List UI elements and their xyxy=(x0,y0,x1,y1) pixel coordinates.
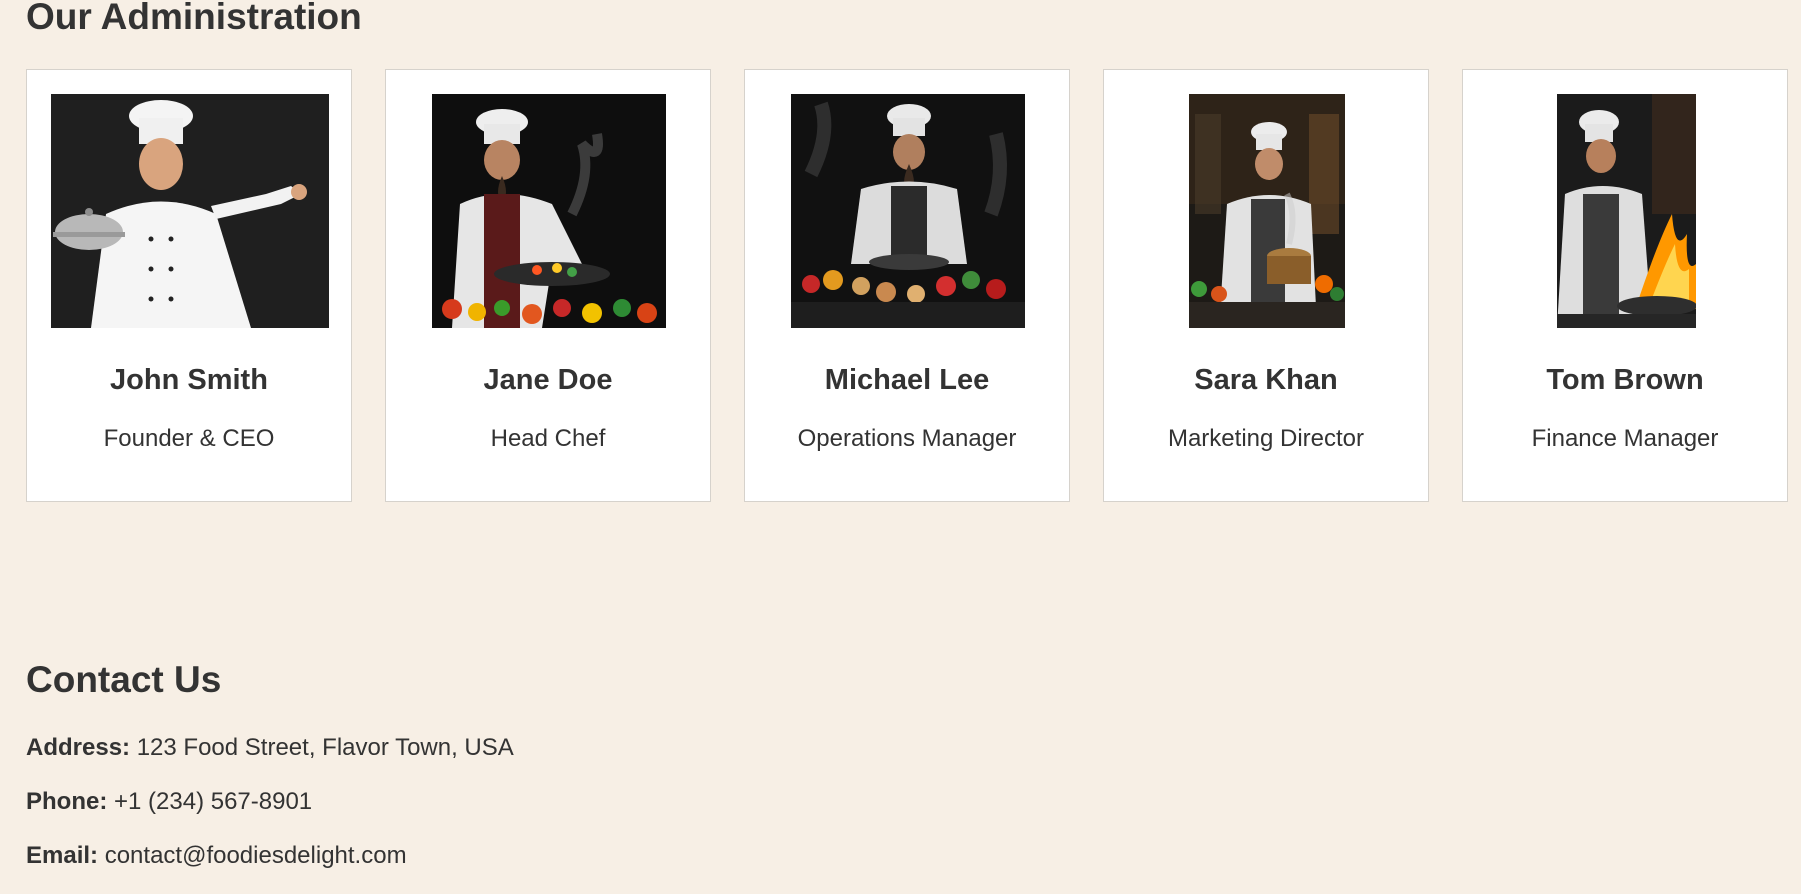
team-card-tom-brown: Tom Brown Finance Manager xyxy=(1462,69,1788,502)
chef-plating-vegetables-photo xyxy=(791,94,1025,328)
team-card-john-smith: John Smith Founder & CEO xyxy=(26,69,352,502)
contact-title: Contact Us xyxy=(26,659,222,700)
page: Our Administration John Smith Founder & … xyxy=(0,0,1801,894)
photo-frame xyxy=(745,94,1069,328)
chef-cooking-vegetables-photo xyxy=(432,94,666,328)
contact-email: Email: contact@foodiesdelight.com xyxy=(26,841,407,871)
photo-frame xyxy=(386,94,710,328)
chef-flambe-pan-photo xyxy=(1557,94,1696,328)
contact-address: Address: 123 Food Street, Flavor Town, U… xyxy=(26,733,514,763)
address-label: Address: xyxy=(26,734,131,761)
member-role: Operations Manager xyxy=(797,425,1017,452)
member-role: Finance Manager xyxy=(1531,425,1719,452)
member-name: Sara Khan xyxy=(1194,364,1338,396)
member-role: Head Chef xyxy=(490,425,606,452)
team-card-michael-lee: Michael Lee Operations Manager xyxy=(744,69,1070,502)
photo-frame xyxy=(1463,94,1787,328)
chef-holding-cloche-photo xyxy=(51,94,329,328)
contact-phone: Phone: +1 (234) 567-8901 xyxy=(26,787,312,817)
email-value: contact@foodiesdelight.com xyxy=(104,842,407,869)
email-label: Email: xyxy=(26,842,99,869)
chef-stirring-pot-photo xyxy=(1189,94,1345,328)
member-name: Michael Lee xyxy=(824,364,990,396)
photo-frame xyxy=(27,94,351,328)
member-role: Marketing Director xyxy=(1167,425,1365,452)
team-card-sara-khan: Sara Khan Marketing Director xyxy=(1103,69,1429,502)
phone-label: Phone: xyxy=(26,788,108,815)
phone-value: +1 (234) 567-8901 xyxy=(114,788,313,815)
address-value: 123 Food Street, Flavor Town, USA xyxy=(136,734,514,761)
member-role: Founder & CEO xyxy=(103,425,275,452)
member-name: Tom Brown xyxy=(1546,364,1704,396)
member-name: Jane Doe xyxy=(483,364,613,396)
photo-frame xyxy=(1104,94,1428,328)
administration-title: Our Administration xyxy=(26,0,362,37)
team-card-jane-doe: Jane Doe Head Chef xyxy=(385,69,711,502)
member-name: John Smith xyxy=(110,364,268,396)
